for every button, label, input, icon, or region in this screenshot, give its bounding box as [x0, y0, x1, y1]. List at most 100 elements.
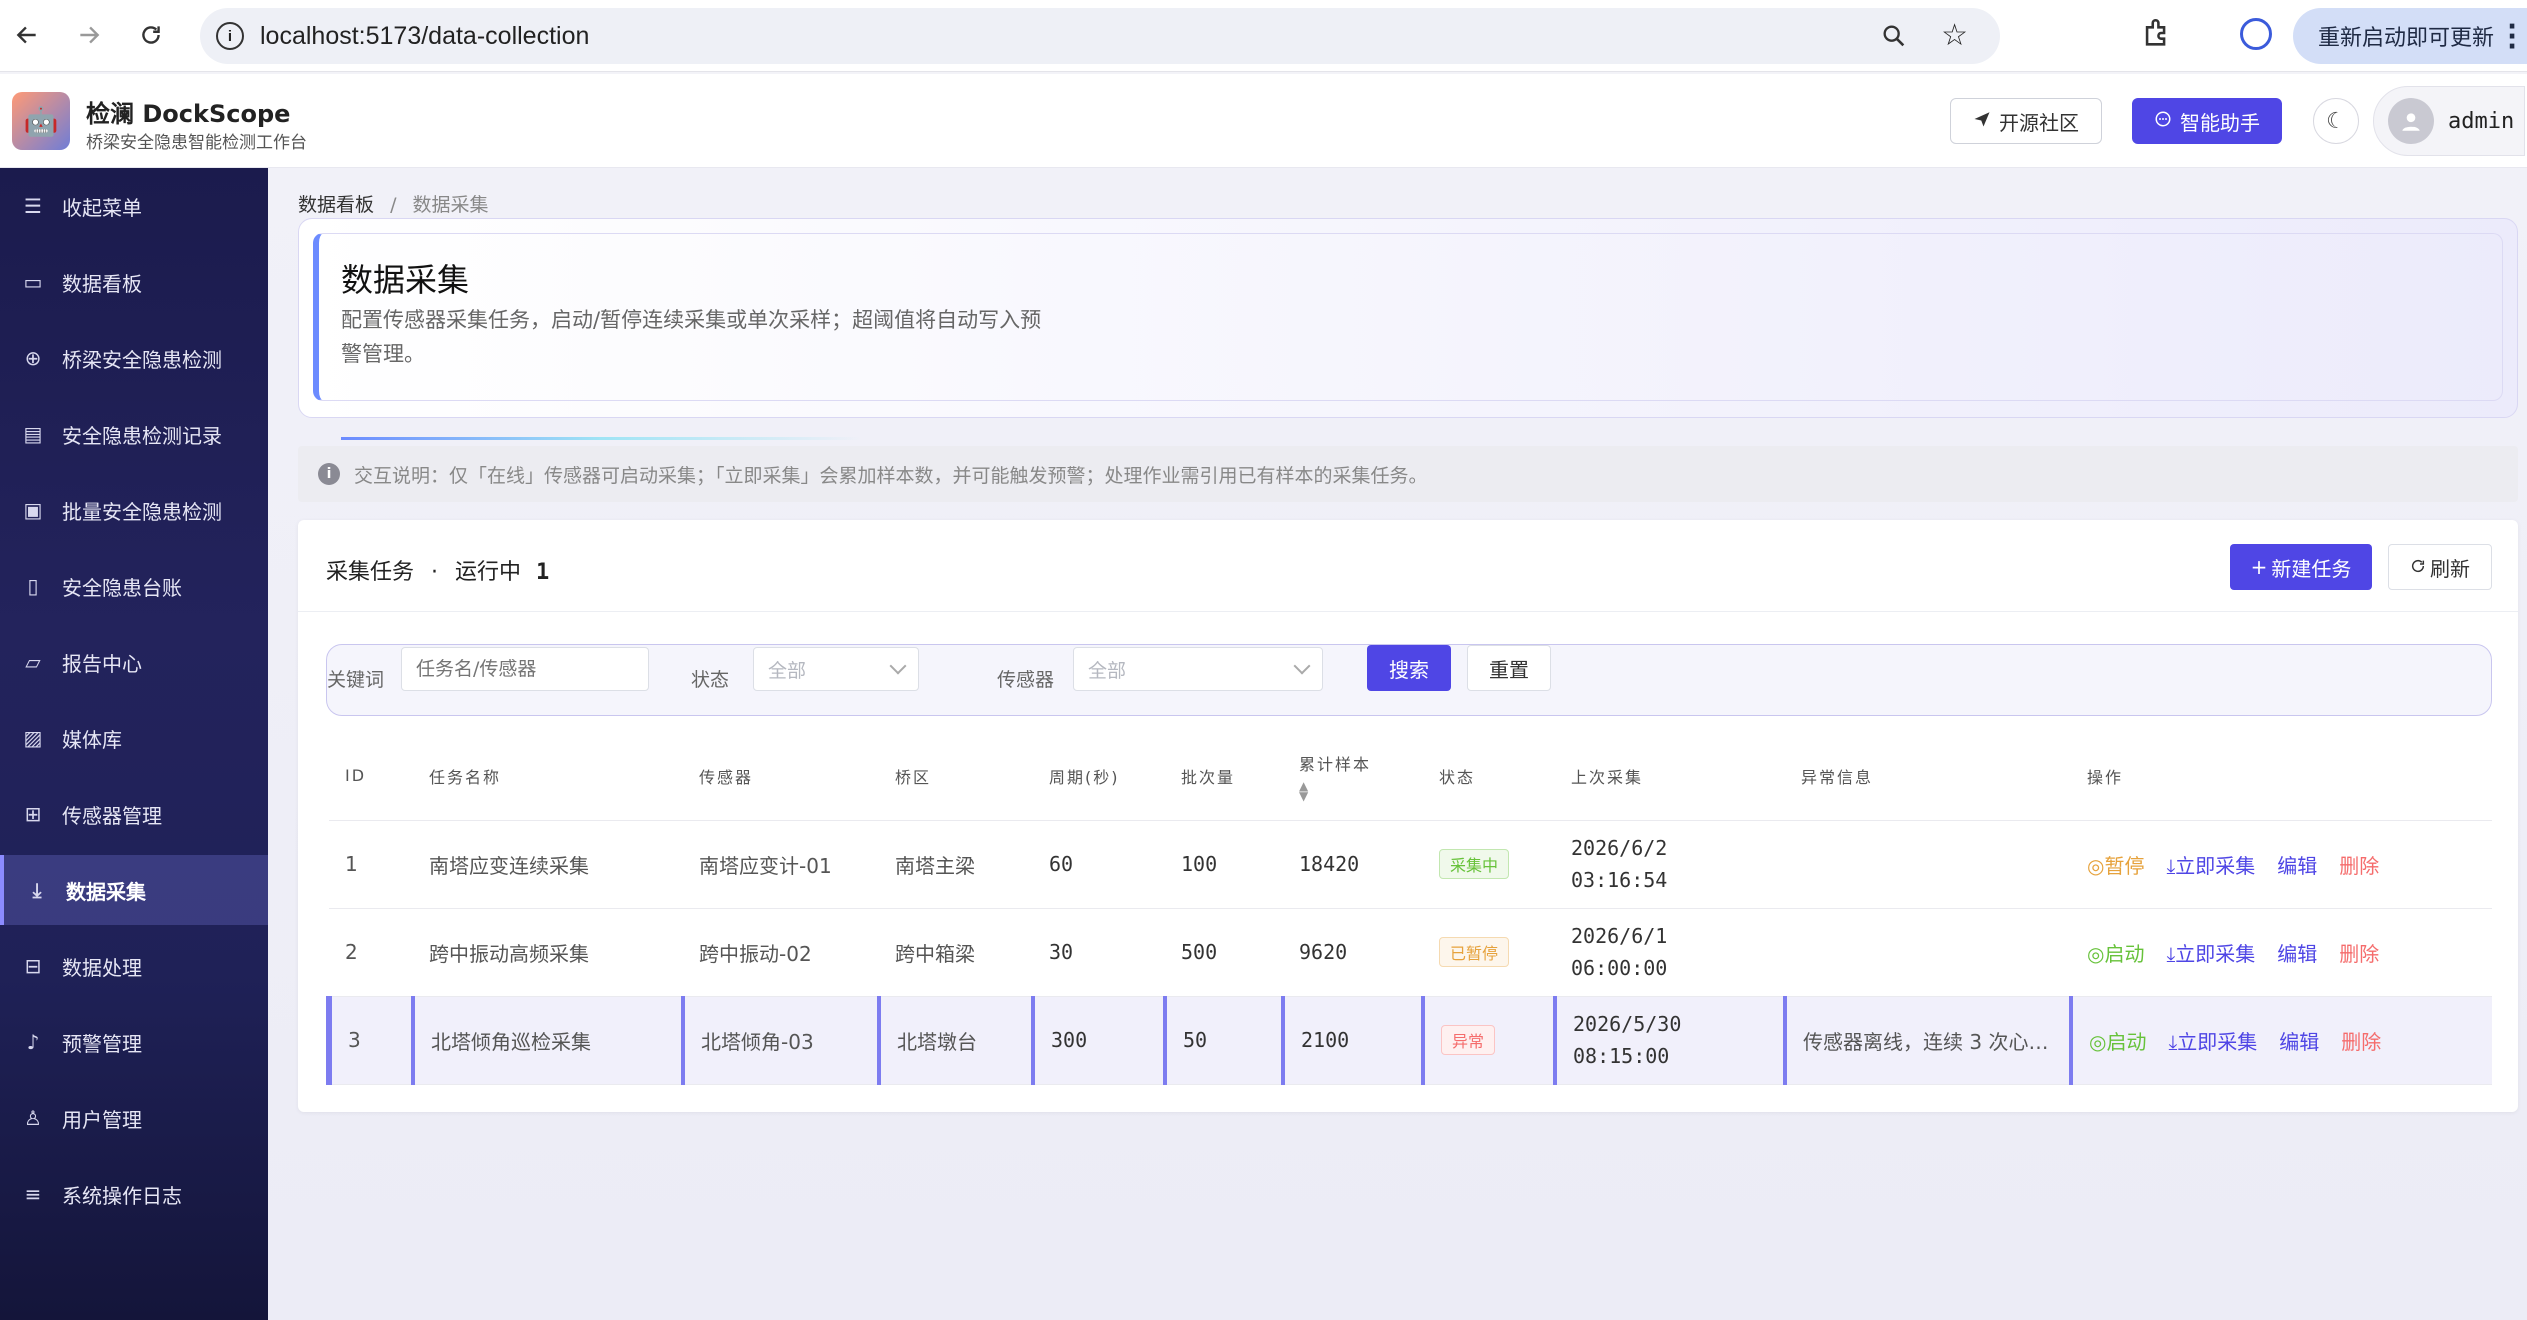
sidebar-item-folder[interactable]: ▱ 报告中心	[0, 627, 268, 697]
process-icon: ⊟	[24, 954, 42, 978]
table-row[interactable]: 1 南塔应变连续采集 南塔应变计-01 南塔主梁 60 100 18420 采集中 2026/6…	[329, 820, 2492, 909]
delete-button[interactable]: 删除	[2341, 1026, 2381, 1055]
community-label: 开源社区	[1999, 110, 2079, 135]
forward-icon[interactable]	[66, 12, 112, 58]
card-header: 采集任务 · 运行中 1 + 新建任务 刷新	[298, 520, 2518, 612]
edit-button[interactable]: 编辑	[2277, 938, 2317, 967]
chevron-down-icon	[889, 657, 907, 675]
dashboard-icon: ▭	[23, 270, 43, 294]
table-header-row: ID 任务名称 传感器 桥区 周期(秒) 批次量 累计样本 ▲ ▼ 状态 上次采集…	[329, 732, 2492, 821]
collect-now-button[interactable]: ⤓立即采集	[2166, 850, 2255, 879]
cell-name: 跨中振动高频采集	[413, 908, 683, 997]
chip-icon: ⊞	[24, 802, 42, 826]
sidebar-item-label: 传感器管理	[62, 803, 162, 828]
sidebar-item-batch[interactable]: ▣ 批量安全隐患检测	[0, 475, 268, 545]
col-samples[interactable]: 累计样本 ▲ ▼	[1283, 732, 1423, 821]
card-title: 采集任务 · 运行中 1	[326, 560, 550, 585]
sidebar-item-process[interactable]: ⊟ 数据处理	[0, 931, 268, 1001]
table-row[interactable]: 2 跨中振动高频采集 跨中振动-02 跨中箱梁 30 500 9620 已暂停 2026/6/1…	[329, 908, 2492, 997]
sidebar-item-label: 安全隐患台账	[62, 575, 182, 600]
new-task-button[interactable]: + 新建任务	[2230, 544, 2372, 590]
cell-sensor: 北塔倾角-03	[681, 996, 879, 1085]
cell-sensor: 南塔应变计-01	[683, 820, 879, 909]
keyword-input[interactable]	[401, 647, 649, 691]
last-time: 03:16:54	[1571, 868, 1668, 892]
sidebar-item-chip[interactable]: ⊞ 传感器管理	[0, 779, 268, 849]
cell-zone: 跨中箱梁	[879, 908, 1033, 997]
sidebar-item-image[interactable]: ▨ 媒体库	[0, 703, 268, 773]
update-label: 重新启动即可更新	[2318, 26, 2495, 51]
search-button[interactable]: 搜索	[1367, 645, 1451, 691]
edit-button[interactable]: 编辑	[2277, 850, 2317, 879]
cell-period: 60	[1033, 820, 1165, 909]
detect-icon: ⊕	[24, 346, 42, 370]
sliders-icon: ≡	[24, 1182, 42, 1206]
card-title-text: 采集任务	[326, 560, 415, 585]
cell-batch: 100	[1165, 820, 1283, 909]
update-button[interactable]: 重新启动即可更新 · · ·	[2293, 8, 2527, 64]
status-select[interactable]: 全部	[753, 647, 919, 691]
cell-zone: 南塔主梁	[879, 820, 1033, 909]
more-menu-icon[interactable]: · · ·	[2507, 14, 2517, 60]
bookmark-star-icon[interactable]: ☆	[1941, 18, 1968, 53]
sidebar-item-download[interactable]: ⤓ 数据采集	[0, 855, 268, 925]
extensions-icon[interactable]	[2140, 16, 2174, 54]
cell-status: 异常	[1421, 996, 1555, 1085]
url-text: localhost:5173/data-collection	[260, 21, 590, 50]
sidebar-item-ledger[interactable]: ▯ 安全隐患台账	[0, 551, 268, 621]
start-button[interactable]: ◎启动	[2089, 1026, 2146, 1055]
sensor-select[interactable]: 全部	[1073, 647, 1323, 691]
delete-button[interactable]: 删除	[2339, 938, 2379, 967]
refresh-button[interactable]: 刷新	[2388, 544, 2492, 590]
sidebar-item-detect[interactable]: ⊕ 桥梁安全隐患检测	[0, 323, 268, 393]
sidebar-item-label: 数据处理	[62, 955, 142, 980]
delete-button[interactable]: 删除	[2339, 850, 2379, 879]
sidebar-item-record[interactable]: ▤ 安全隐患检测记录	[0, 399, 268, 469]
last-date: 2026/6/1	[1571, 924, 1668, 948]
collect-now-button[interactable]: ⤓立即采集	[2168, 1026, 2257, 1055]
brand-title: 检澜 DockScope	[86, 100, 291, 128]
table-row[interactable]: 3 北塔倾角巡检采集 北塔倾角-03 北塔墩台 300 50 2100 异常 2026/5/30…	[326, 996, 2492, 1085]
sidebar-item-label: 批量安全隐患检测	[62, 499, 222, 524]
dark-mode-moon-icon[interactable]: ☾	[2313, 98, 2359, 144]
back-icon[interactable]	[4, 12, 50, 58]
cell-name: 南塔应变连续采集	[413, 820, 683, 909]
col-zone: 桥区	[879, 732, 1033, 821]
cell-error	[1785, 820, 2071, 909]
col-actions: 操作	[2071, 732, 2492, 821]
last-time: 06:00:00	[1571, 956, 1668, 980]
pause-button[interactable]: ◎暂停	[2087, 850, 2144, 879]
reset-button[interactable]: 重置	[1467, 645, 1551, 691]
sidebar-item-label: 数据看板	[62, 271, 142, 296]
browser-toolbar: i localhost:5173/data-collection ☆ 重新启动即…	[0, 0, 2527, 72]
zoom-icon[interactable]	[1880, 22, 1908, 57]
start-button[interactable]: ◎启动	[2087, 938, 2144, 967]
sidebar-item-label: 媒体库	[62, 727, 122, 752]
cell-error	[1785, 908, 2071, 997]
sidebar-item-dashboard[interactable]: ▭ 数据看板	[0, 247, 268, 317]
profile-icon[interactable]	[2240, 18, 2272, 50]
user-menu[interactable]: admin	[2373, 86, 2525, 156]
sidebar-item-label: 报告中心	[62, 651, 142, 676]
plus-icon: +	[2250, 555, 2268, 579]
breadcrumb-current: 数据采集	[412, 194, 489, 216]
breadcrumb-separator: /	[390, 194, 397, 216]
edit-button[interactable]: 编辑	[2279, 1026, 2319, 1055]
running-label: 运行中	[455, 560, 522, 585]
sidebar-item-collapse[interactable]: ☰ 收起菜单	[0, 171, 268, 241]
site-info-icon[interactable]: i	[216, 22, 244, 50]
open-source-community-button[interactable]: 开源社区	[1950, 98, 2102, 144]
sort-icon[interactable]: ▲ ▼	[1299, 780, 1423, 802]
cell-samples: 2100	[1281, 996, 1423, 1085]
cell-id: 3	[326, 996, 413, 1085]
sidebar-item-bell[interactable]: ♪ 预警管理	[0, 1007, 268, 1077]
collect-now-button[interactable]: ⤓立即采集	[2166, 938, 2255, 967]
ledger-icon: ▯	[27, 574, 39, 598]
sidebar-item-user[interactable]: ♙ 用户管理	[0, 1083, 268, 1153]
address-bar[interactable]: i localhost:5173/data-collection ☆	[200, 8, 2000, 64]
breadcrumb-parent[interactable]: 数据看板	[298, 194, 374, 216]
sidebar-item-sliders[interactable]: ≡ 系统操作日志	[0, 1159, 268, 1229]
reload-icon[interactable]	[128, 12, 174, 58]
smart-assistant-button[interactable]: 智能助手	[2132, 98, 2282, 144]
record-icon: ▤	[23, 422, 43, 446]
